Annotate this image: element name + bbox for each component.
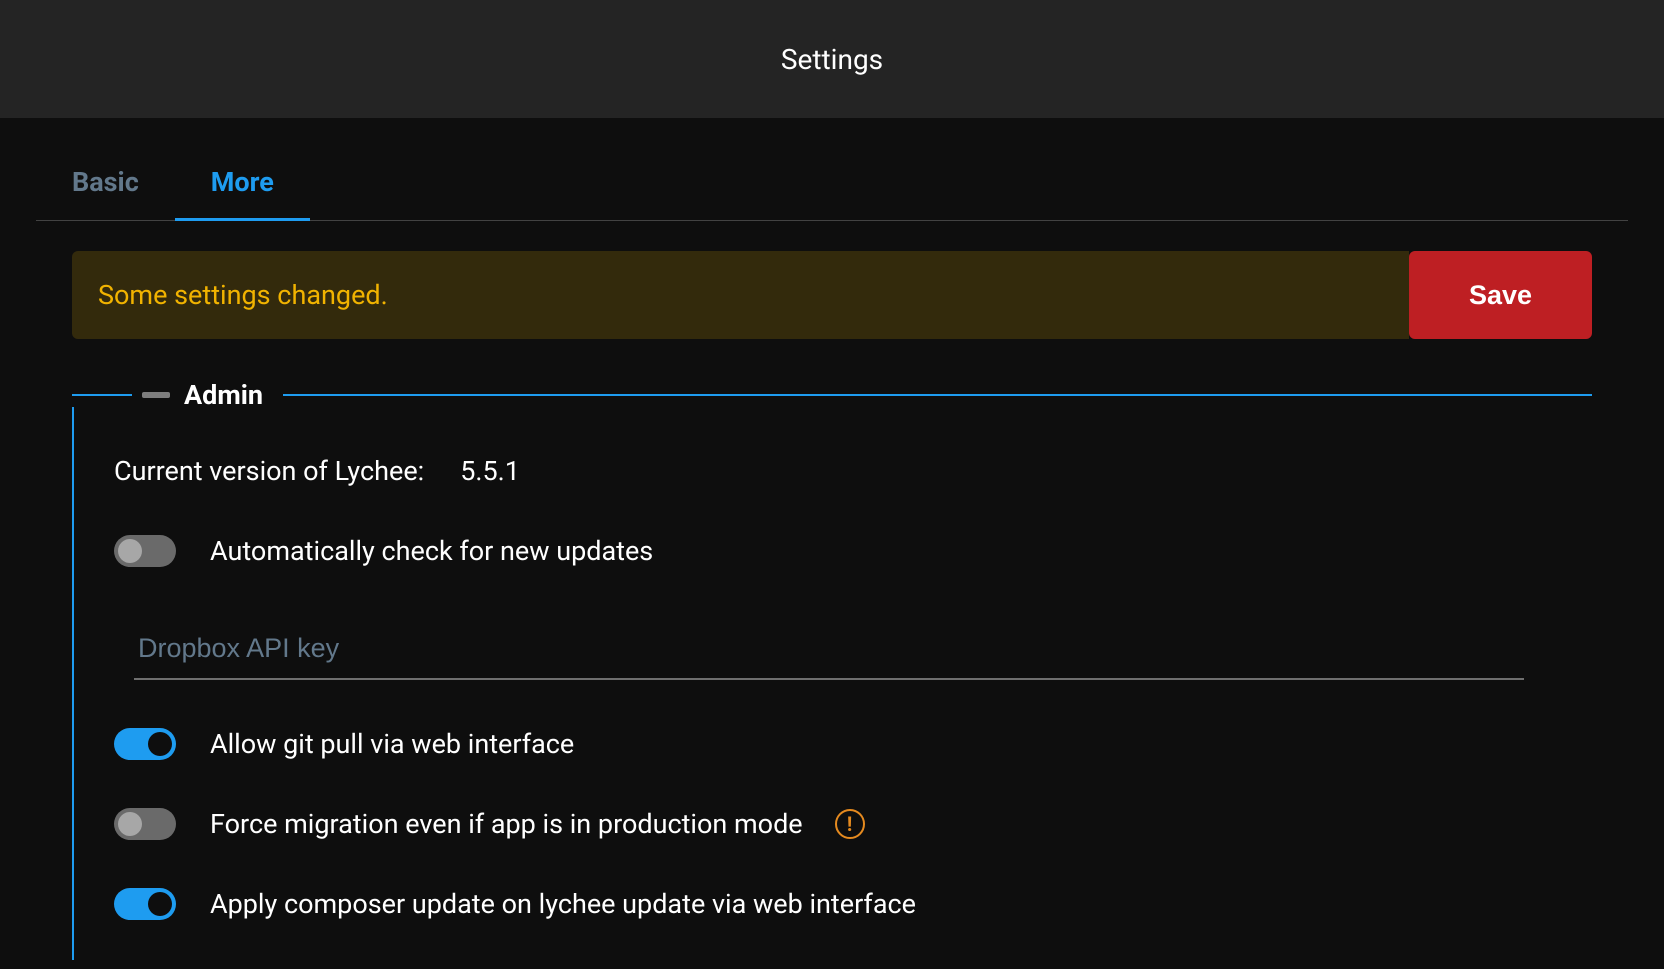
version-value: 5.5.1 [460,455,520,487]
auto-update-row: Automatically check for new updates [114,535,1552,567]
save-button[interactable]: Save [1409,251,1592,339]
git-pull-label: Allow git pull via web interface [210,728,574,760]
dropbox-row [134,615,1524,680]
legend-line-right [283,394,1592,396]
force-migration-label: Force migration even if app is in produc… [210,808,803,840]
git-pull-row: Allow git pull via web interface [114,728,1552,760]
dropbox-api-key-input[interactable] [134,615,1524,680]
tab-basic[interactable]: Basic [36,146,175,220]
toggle-knob [148,892,172,916]
force-migration-toggle[interactable] [114,808,176,840]
admin-body: Current version of Lychee: 5.5.1 Automat… [72,407,1592,960]
version-row: Current version of Lychee: 5.5.1 [114,455,1552,487]
force-migration-row: Force migration even if app is in produc… [114,808,1552,840]
version-label: Current version of Lychee: [114,455,424,487]
unsaved-changes-message: Some settings changed. [72,251,1409,339]
tabs: Basic More [36,146,1628,221]
composer-update-label: Apply composer update on lychee update v… [210,888,916,920]
toggle-knob [118,539,142,563]
admin-section: Admin Current version of Lychee: 5.5.1 A… [72,383,1592,960]
auto-update-toggle[interactable] [114,535,176,567]
composer-update-row: Apply composer update on lychee update v… [114,888,1552,920]
unsaved-changes-bar: Some settings changed. Save [72,251,1592,339]
legend-line-left [72,394,132,396]
content-area: Basic More Some settings changed. Save A… [0,146,1664,960]
auto-update-label: Automatically check for new updates [210,535,653,567]
toggle-knob [148,732,172,756]
titlebar: Settings [0,0,1664,118]
warning-icon [835,809,865,839]
admin-legend: Admin [184,379,263,411]
admin-legend-row: Admin [72,383,1592,407]
tab-more[interactable]: More [175,146,310,220]
composer-update-toggle[interactable] [114,888,176,920]
collapse-icon[interactable] [142,392,170,398]
git-pull-toggle[interactable] [114,728,176,760]
toggle-knob [118,812,142,836]
page-title: Settings [781,43,883,76]
